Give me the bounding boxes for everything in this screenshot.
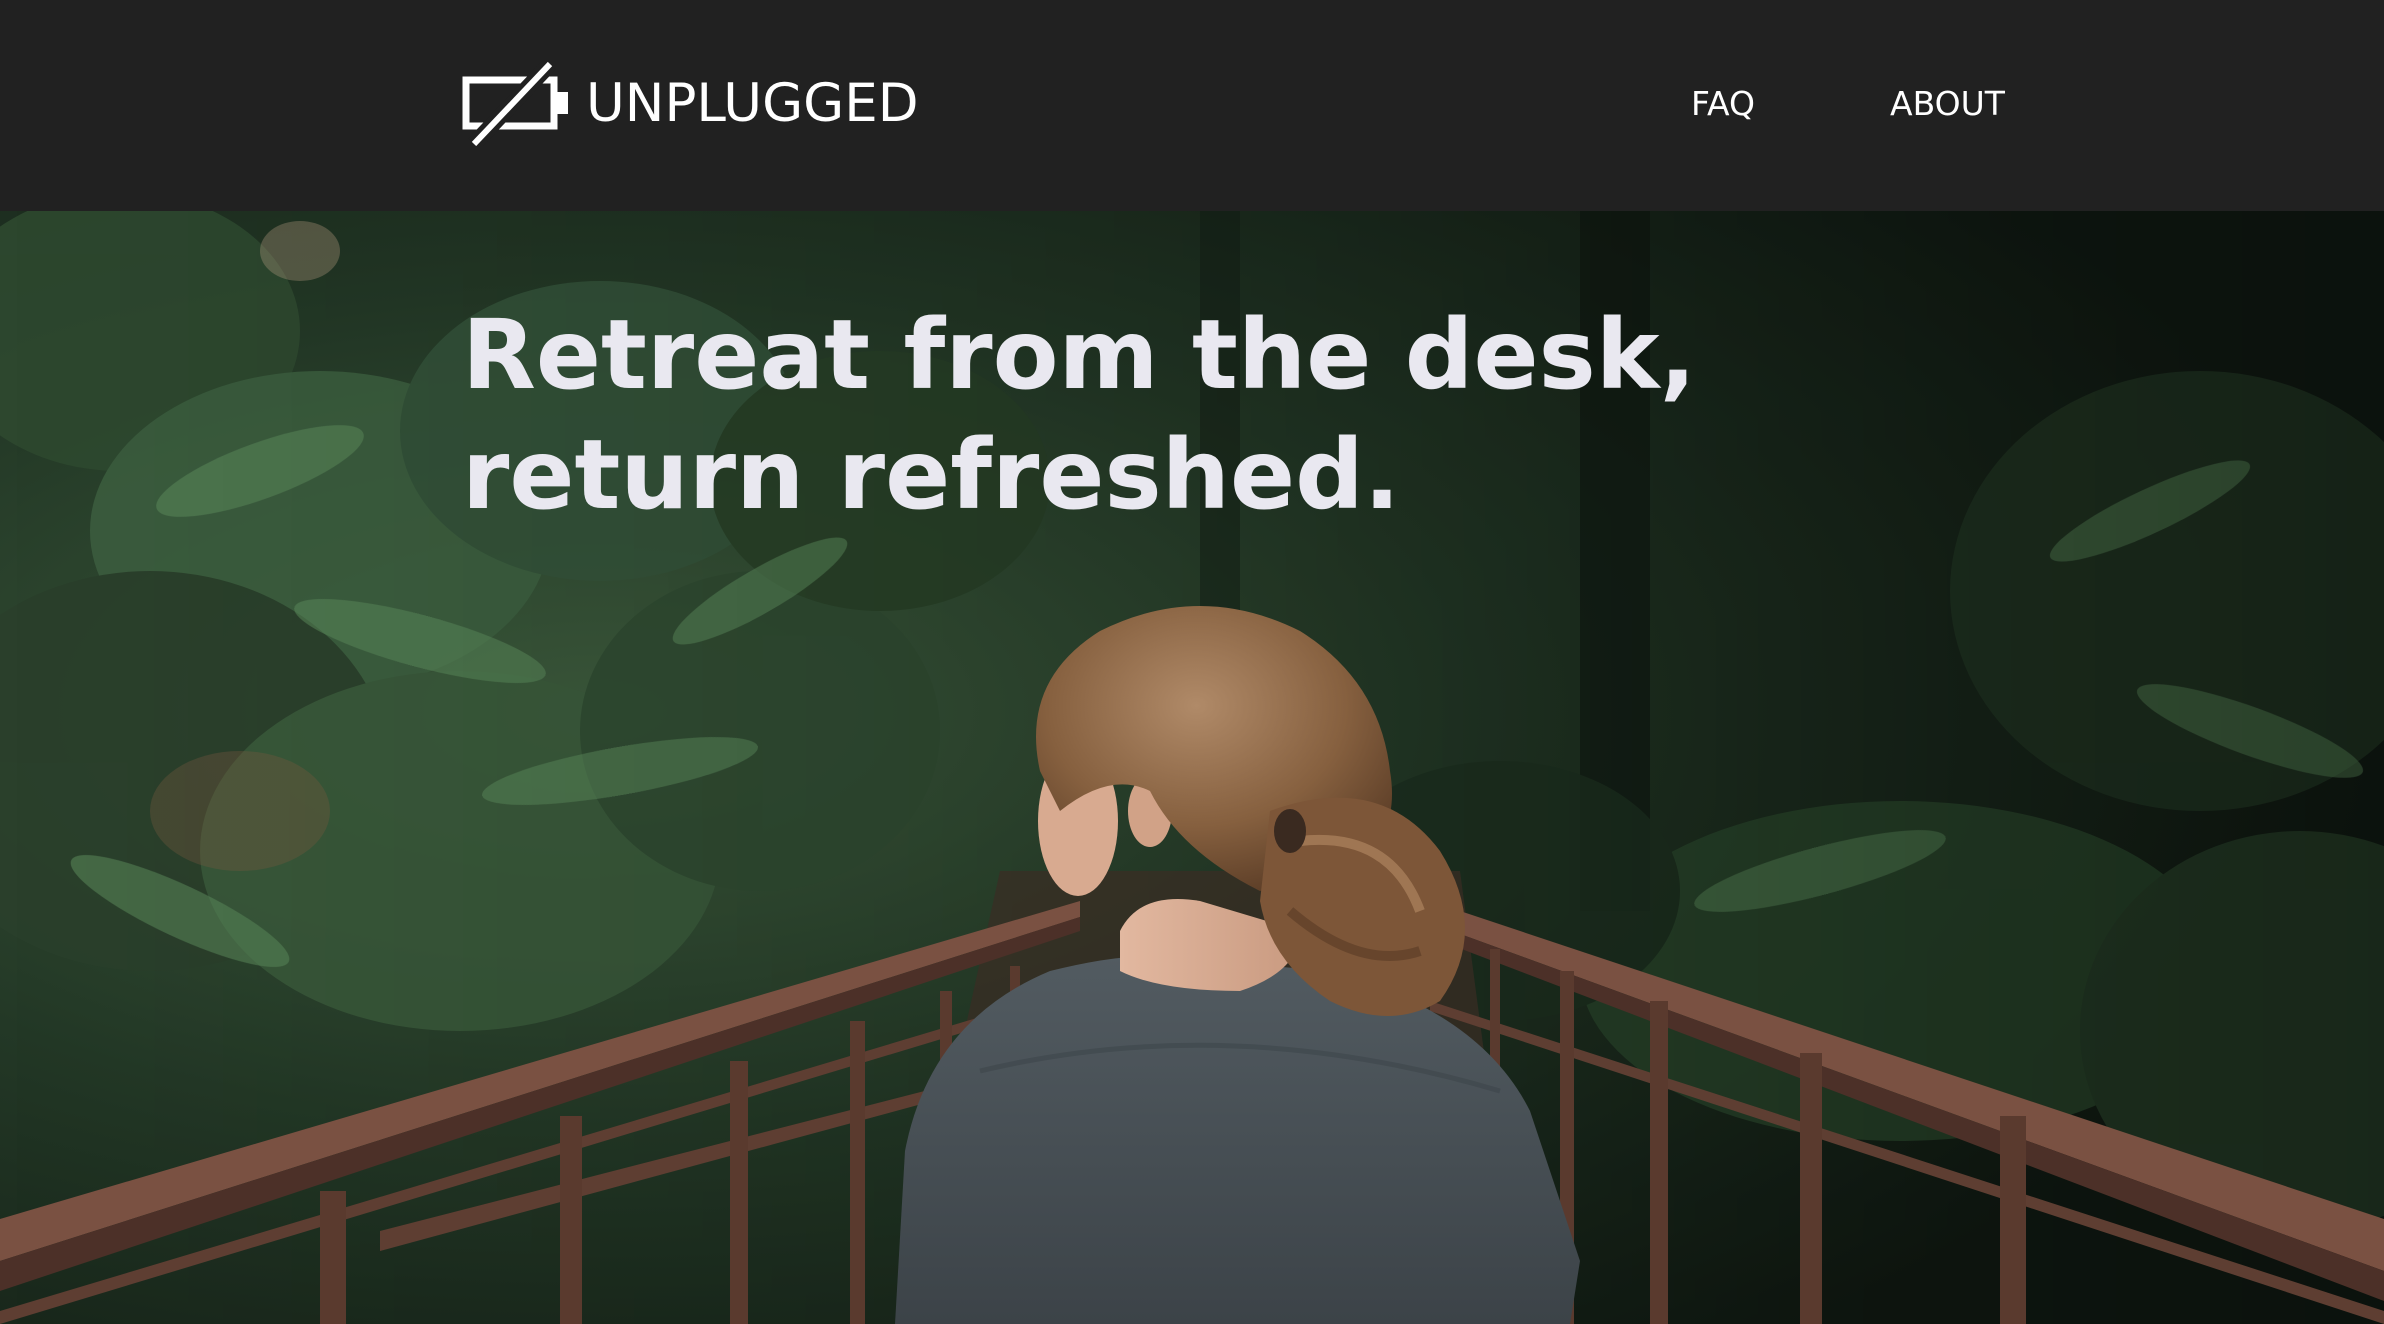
battery-off-icon (462, 60, 568, 146)
site-header: UNPLUGGED FAQ ABOUT (0, 0, 2384, 211)
hero-section: Retreat from the desk, return refreshed. (0, 211, 2384, 1324)
nav-link-faq[interactable]: FAQ (1691, 82, 1755, 126)
landing-page: UNPLUGGED FAQ ABOUT Retreat from the des… (0, 0, 2384, 1324)
brand-logo-link[interactable]: UNPLUGGED (462, 60, 919, 146)
hero-headline: Retreat from the desk, return refreshed. (462, 299, 1697, 531)
nav-link-about[interactable]: ABOUT (1890, 82, 2005, 126)
brand-name: UNPLUGGED (586, 72, 919, 134)
